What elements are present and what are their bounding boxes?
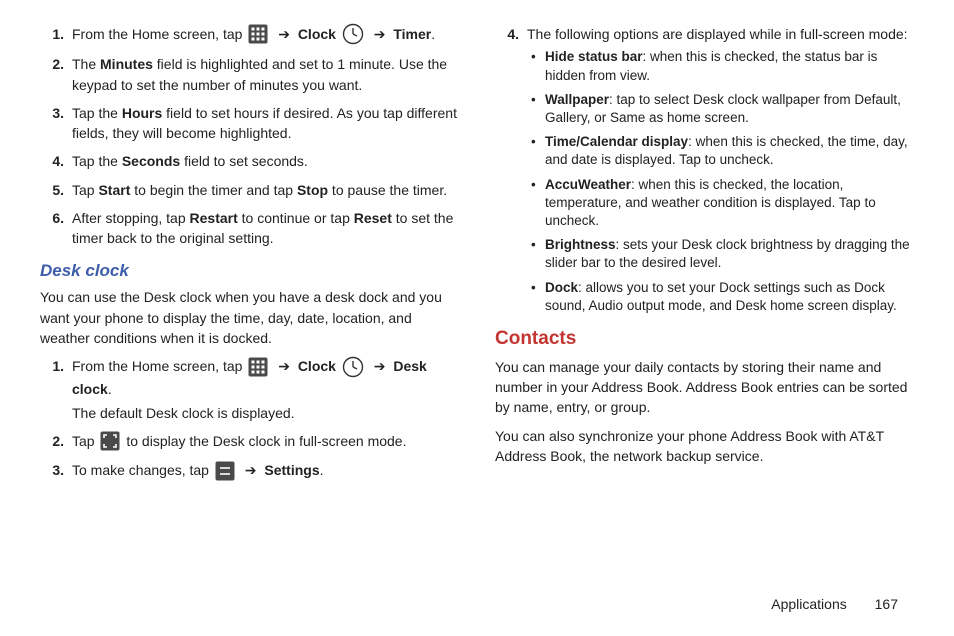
step-4: 4. Tap the Seconds field to set seconds. xyxy=(68,151,459,171)
timer-steps: 1. From the Home screen, tap ➔ Clock ➔ T… xyxy=(40,24,459,249)
step-text: Tap to display the Desk clock in full-sc… xyxy=(72,433,406,449)
step-subtext: The default Desk clock is displayed. xyxy=(72,403,459,423)
step-dc1: 1. From the Home screen, tap ➔ Clock ➔ D… xyxy=(68,356,459,423)
step-text: Tap the Hours field to set hours if desi… xyxy=(72,105,457,141)
contacts-p1: You can manage your daily contacts by st… xyxy=(495,357,914,418)
step-number: 5. xyxy=(40,180,64,200)
step-dc4: 4. The following options are displayed w… xyxy=(523,24,914,315)
step-text: From the Home screen, tap ➔ Clock ➔ Desk… xyxy=(72,358,427,396)
step-number: 4. xyxy=(40,151,64,171)
desk-clock-intro: You can use the Desk clock when you have… xyxy=(40,287,459,348)
step-number: 2. xyxy=(40,431,64,451)
apps-grid-icon xyxy=(248,24,268,44)
step-number: 1. xyxy=(40,356,64,376)
left-column: 1. From the Home screen, tap ➔ Clock ➔ T… xyxy=(40,24,477,590)
step-text: From the Home screen, tap ➔ Clock ➔ Time… xyxy=(72,26,435,42)
footer-section: Applications xyxy=(771,596,847,612)
option-time-calendar: Time/Calendar display: when this is chec… xyxy=(545,133,914,169)
fullscreen-icon xyxy=(100,431,120,451)
page-footer: Applications 167 xyxy=(0,596,954,612)
step-number: 3. xyxy=(40,460,64,480)
apps-grid-icon xyxy=(248,357,268,377)
desk-clock-steps: 1. From the Home screen, tap ➔ Clock ➔ D… xyxy=(40,356,459,481)
step-text: Tap the Seconds field to set seconds. xyxy=(72,153,308,169)
step-dc3: 3. To make changes, tap ➔ Settings. xyxy=(68,460,459,481)
right-column: 4. The following options are displayed w… xyxy=(477,24,914,590)
step-number: 6. xyxy=(40,208,64,228)
page: 1. From the Home screen, tap ➔ Clock ➔ T… xyxy=(0,0,954,600)
step-dc2: 2. Tap to display the Desk clock in full… xyxy=(68,431,459,452)
step-3: 3. Tap the Hours field to set hours if d… xyxy=(68,103,459,144)
step-number: 4. xyxy=(495,24,519,44)
step-number: 3. xyxy=(40,103,64,123)
option-brightness: Brightness: sets your Desk clock brightn… xyxy=(545,236,914,272)
step-5: 5. Tap Start to begin the timer and tap … xyxy=(68,180,459,200)
desk-clock-heading: Desk clock xyxy=(40,259,459,284)
arrow-icon: ➔ xyxy=(245,460,257,480)
menu-icon xyxy=(215,461,235,481)
arrow-icon: ➔ xyxy=(374,24,386,44)
step-text: To make changes, tap ➔ Settings. xyxy=(72,462,324,478)
clock-icon xyxy=(342,23,364,45)
step-text: The following options are displayed whil… xyxy=(527,26,908,42)
step-text: The Minutes field is highlighted and set… xyxy=(72,56,447,92)
arrow-icon: ➔ xyxy=(374,356,386,376)
clock-icon xyxy=(342,356,364,378)
footer-page-number: 167 xyxy=(875,596,898,612)
option-hide-status-bar: Hide status bar: when this is checked, t… xyxy=(545,48,914,84)
contacts-p2: You can also synchronize your phone Addr… xyxy=(495,426,914,467)
desk-clock-steps-cont: 4. The following options are displayed w… xyxy=(495,24,914,315)
step-number: 1. xyxy=(40,24,64,44)
step-6: 6. After stopping, tap Restart to contin… xyxy=(68,208,459,249)
option-wallpaper: Wallpaper: tap to select Desk clock wall… xyxy=(545,91,914,127)
arrow-icon: ➔ xyxy=(278,356,290,376)
step-text: After stopping, tap Restart to continue … xyxy=(72,210,453,246)
option-dock: Dock: allows you to set your Dock settin… xyxy=(545,279,914,315)
step-1: 1. From the Home screen, tap ➔ Clock ➔ T… xyxy=(68,24,459,46)
contacts-heading: Contacts xyxy=(495,325,914,353)
step-2: 2. The Minutes field is highlighted and … xyxy=(68,54,459,95)
arrow-icon: ➔ xyxy=(278,24,290,44)
step-number: 2. xyxy=(40,54,64,74)
options-list: Hide status bar: when this is checked, t… xyxy=(527,48,914,315)
option-accuweather: AccuWeather: when this is checked, the l… xyxy=(545,176,914,231)
step-text: Tap Start to begin the timer and tap Sto… xyxy=(72,182,447,198)
